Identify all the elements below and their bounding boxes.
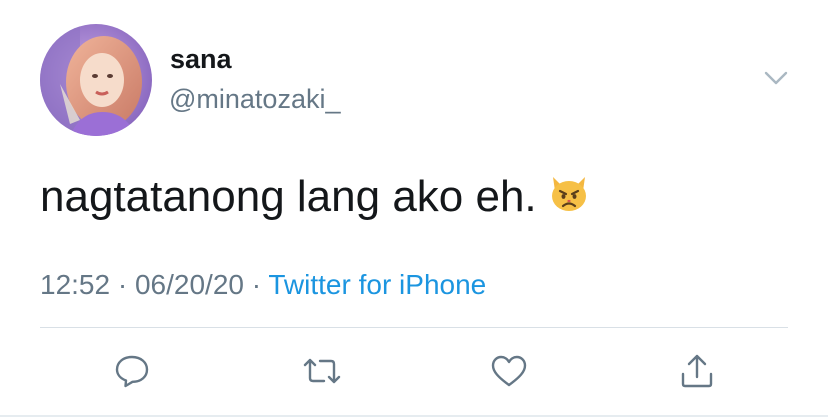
tweet-source-link[interactable]: Twitter for iPhone bbox=[268, 269, 486, 300]
tweet-card: sana @minatozaki_ nagtatanong lang ako e… bbox=[0, 0, 828, 417]
meta-separator: · bbox=[117, 269, 128, 300]
divider bbox=[40, 327, 788, 328]
retweet-icon[interactable] bbox=[301, 350, 343, 392]
username-handle[interactable]: @minatozaki_ bbox=[169, 82, 340, 116]
meta-separator: · bbox=[251, 269, 262, 300]
avatar[interactable] bbox=[40, 24, 152, 136]
tweet-text: nagtatanong lang ako eh. bbox=[40, 172, 537, 221]
heart-icon[interactable] bbox=[488, 350, 530, 392]
tweet-time: 12:52 bbox=[40, 269, 111, 300]
tweet-body: nagtatanong lang ako eh. bbox=[40, 170, 591, 224]
pouting-cat-emoji-icon bbox=[547, 171, 591, 215]
chevron-down-icon[interactable] bbox=[762, 66, 790, 90]
tweet-meta: 12:52 · 06/20/20 · Twitter for iPhone bbox=[40, 266, 486, 304]
reply-icon[interactable] bbox=[111, 350, 153, 392]
tweet-date: 06/20/20 bbox=[134, 269, 244, 300]
share-icon[interactable] bbox=[676, 350, 718, 392]
display-name[interactable]: sana bbox=[170, 42, 232, 76]
